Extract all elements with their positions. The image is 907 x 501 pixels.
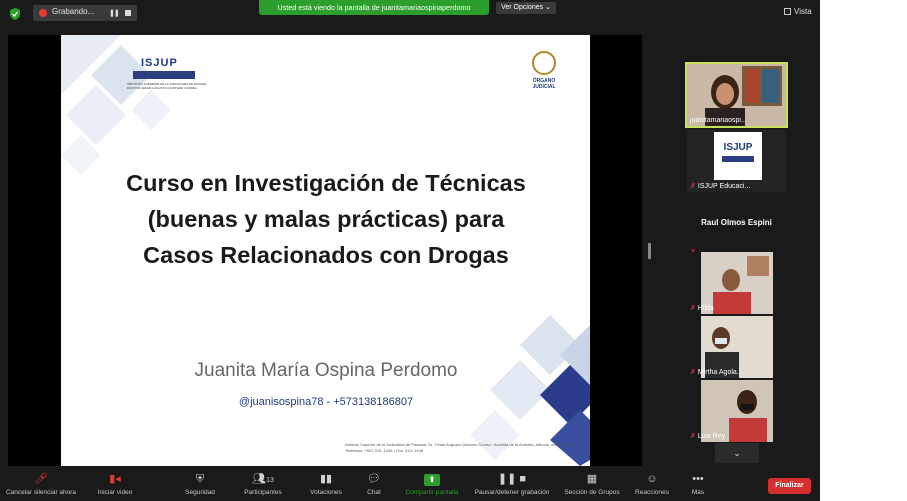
breakout-rooms-button[interactable]: ▦ Sección de Grupos — [560, 472, 624, 500]
screen-share-banner: Usted está viendo la pantalla de juanita… — [259, 0, 489, 15]
more-label: Más — [691, 489, 705, 496]
organo-judicial-logo: ÓRGANO JUDICIAL — [525, 51, 563, 97]
view-options-button[interactable]: Ver Opciones ⌄ — [496, 2, 556, 14]
breakout-label: Sección de Grupos — [564, 489, 620, 496]
judicial-emblem-icon — [532, 51, 556, 75]
share-screen-button[interactable]: ⬆ Compartir pantalla — [400, 472, 464, 500]
isjup-logo-text: ISJUP — [141, 57, 178, 69]
unmute-button[interactable]: 🎤︎ Cancelar silenciar ahora — [4, 472, 78, 500]
meeting-toolbar: 🎤︎ Cancelar silenciar ahora ▮◂ Iniciar v… — [0, 469, 820, 501]
participant-name: juanitamariaospi... — [690, 117, 747, 124]
participant-tile[interactable]: ISJUP ✗ ISJUP Educaci... — [687, 130, 786, 192]
shield-icon: ⛨ — [195, 473, 205, 485]
participant-name: ✗ Hilda — [690, 305, 714, 312]
slide-footer: Instituto Superior de la Judicatura de P… — [345, 442, 573, 453]
polls-chart-icon: ▮▮ — [319, 473, 333, 485]
participant-name: ✗ ISJUP Educaci... — [690, 183, 751, 190]
participants-icon: 👥︎13 — [252, 473, 274, 485]
slide-title-line-2: (buenas y malas prácticas) para — [147, 206, 505, 232]
unmute-label: Cancelar silenciar ahora — [5, 489, 77, 496]
smiley-icon: ☺ — [646, 473, 658, 485]
participant-tile[interactable]: ✗ Hilda — [687, 252, 786, 314]
start-video-label: Iniciar video — [97, 489, 133, 496]
isjup-logo-subtitle: INSTITUTO SUPERIOR DE LA JUDICATURA DE P… — [127, 82, 209, 90]
more-dots-icon: ••• — [692, 473, 704, 485]
chat-label: Chat — [367, 489, 381, 496]
participant-tile[interactable]: Raul Olmos Espini ✗ — [687, 196, 786, 258]
participants-button[interactable]: 👥︎13 Participantes — [238, 472, 288, 500]
mic-muted-icon: ✗ — [690, 369, 696, 376]
scroll-down-chevron-icon[interactable]: ⌄ — [715, 443, 759, 463]
chat-bubble-icon: 💬︎ — [367, 473, 381, 485]
video-off-icon: ▮◂ — [109, 473, 121, 485]
share-screen-icon: ⬆ — [400, 472, 464, 486]
participants-count: 13 — [266, 477, 274, 484]
more-button[interactable]: ••• Más — [684, 472, 712, 500]
recording-indicator[interactable]: Grabando... ❚❚ — [33, 5, 137, 21]
stop-recording-icon[interactable] — [125, 10, 131, 16]
breakout-grid-icon: ▦ — [586, 473, 598, 485]
slide-title: Curso en Investigación de Técnicas (buen… — [81, 165, 571, 273]
participant-name-display: Raul Olmos Espini — [701, 218, 772, 227]
share-screen-label: Compartir pantalla — [405, 489, 459, 496]
pause-recording-icon[interactable]: ❚❚ — [109, 9, 120, 17]
participant-tile[interactable]: ✗ Mirtha Agola... — [687, 316, 786, 378]
security-button[interactable]: ⛨ Seguridad — [180, 472, 220, 500]
participants-label: Participantes — [244, 489, 282, 496]
start-video-button[interactable]: ▮◂ Iniciar video — [90, 472, 140, 500]
security-label: Seguridad — [185, 489, 215, 496]
view-label: Vista — [794, 7, 812, 16]
mic-muted-icon: ✗ — [690, 433, 696, 440]
reactions-button[interactable]: ☺ Reacciones — [632, 472, 672, 500]
grid-view-icon — [784, 8, 791, 15]
microphone-muted-icon: 🎤︎ — [34, 473, 48, 485]
panel-resize-handle[interactable] — [648, 243, 651, 259]
recording-label: Grabando... — [52, 7, 95, 16]
presentation-slide: ISJUP INSTITUTO SUPERIOR DE LA JUDICATUR… — [61, 35, 590, 466]
view-button[interactable]: Vista — [784, 5, 824, 19]
reactions-label: Reacciones — [635, 489, 669, 496]
record-dot-icon — [39, 9, 47, 17]
pause-stop-icon: ❚❚ ■ — [497, 473, 527, 485]
slide-author: Juanita María Ospina Perdomo — [194, 360, 458, 381]
security-shield-icon[interactable] — [9, 8, 21, 20]
chat-button[interactable]: 💬︎ Chat — [362, 472, 386, 500]
mic-muted-icon: ✗ — [690, 305, 696, 312]
slide-title-line-1: Curso en Investigación de Técnicas — [126, 170, 526, 196]
organo-judicial-label: ÓRGANO JUDICIAL — [532, 78, 556, 90]
slide-title-line-3: Casos Relacionados con Drogas — [143, 242, 509, 268]
participant-name: ✗ Luis Rey — [690, 433, 726, 440]
top-bar: Grabando... ❚❚ Usted está viendo la pant… — [0, 0, 907, 28]
pause-stop-label: Pausar/detener grabación — [474, 489, 550, 496]
polls-button[interactable]: ▮▮ Votaciones — [306, 472, 346, 500]
slide-contact: @juanisospina78 - +573138186807 — [238, 396, 414, 408]
participant-name: ✗ Mirtha Agola... — [690, 369, 743, 376]
pause-stop-recording-button[interactable]: ❚❚ ■ Pausar/detener grabación — [470, 472, 554, 500]
end-meeting-button[interactable]: Finalizar — [768, 478, 811, 494]
participant-tile[interactable]: juanitamariaospi... — [685, 62, 788, 128]
participant-tile[interactable]: ✗ Luis Rey — [687, 380, 786, 442]
isjup-logo: ISJUP INSTITUTO SUPERIOR DE LA JUDICATUR… — [127, 53, 217, 93]
isjup-logo-bar — [133, 71, 195, 79]
empty-margin — [820, 0, 907, 501]
mic-muted-icon: ✗ — [690, 183, 696, 190]
polls-label: Votaciones — [310, 489, 342, 496]
